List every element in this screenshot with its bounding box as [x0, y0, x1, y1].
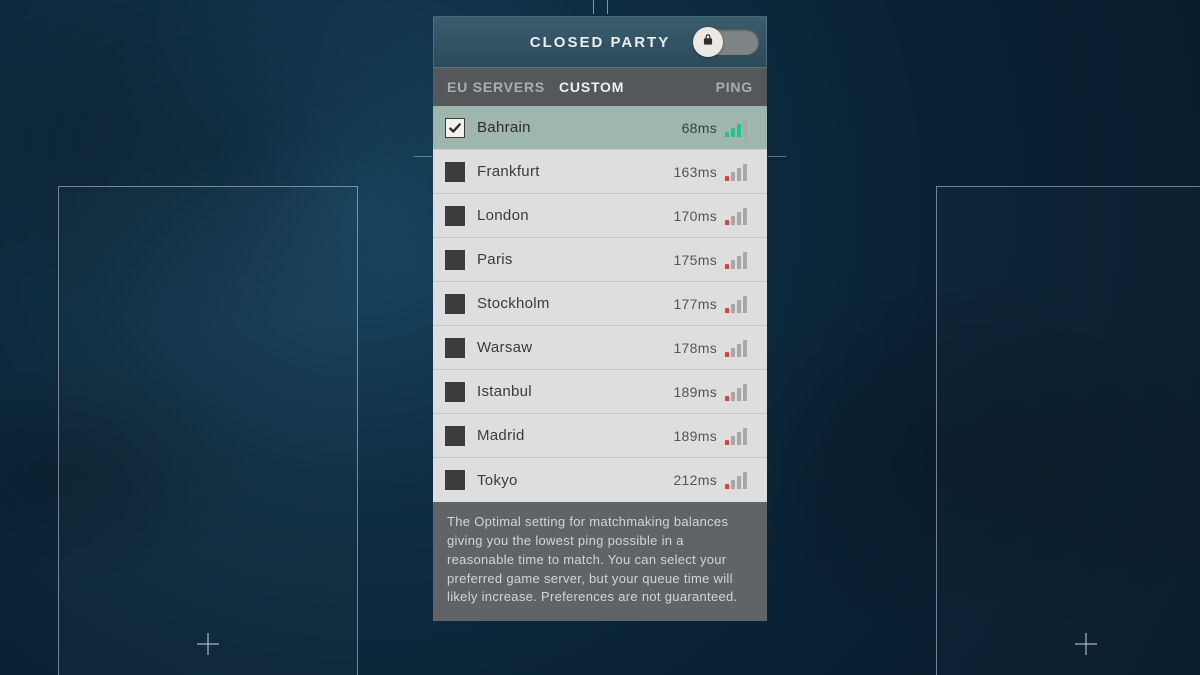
party-privacy-toggle[interactable]	[695, 29, 759, 55]
server-ping: 177ms	[659, 296, 717, 312]
server-checkbox[interactable]	[445, 470, 465, 490]
server-checkbox[interactable]	[445, 382, 465, 402]
server-checkbox[interactable]	[445, 206, 465, 226]
signal-bars-icon	[725, 339, 755, 357]
server-mode-label[interactable]: CUSTOM	[559, 79, 624, 95]
server-name: Warsaw	[477, 339, 659, 356]
server-row[interactable]: Frankfurt163ms	[433, 150, 767, 194]
server-row[interactable]: Stockholm177ms	[433, 282, 767, 326]
plus-icon	[1075, 633, 1097, 655]
server-name: Tokyo	[477, 472, 659, 489]
panel-subheader: EU SERVERS CUSTOM PING	[433, 68, 767, 106]
server-name: Istanbul	[477, 383, 659, 400]
server-row[interactable]: Warsaw178ms	[433, 326, 767, 370]
server-ping: 189ms	[659, 428, 717, 444]
server-name: Madrid	[477, 427, 659, 444]
plus-icon	[197, 633, 219, 655]
server-ping: 68ms	[659, 120, 717, 136]
ping-column-label: PING	[716, 79, 753, 95]
signal-bars-icon	[725, 207, 755, 225]
server-row[interactable]: Madrid189ms	[433, 414, 767, 458]
server-ping: 212ms	[659, 472, 717, 488]
server-name: Stockholm	[477, 295, 659, 312]
server-ping: 178ms	[659, 340, 717, 356]
server-name: Frankfurt	[477, 163, 659, 180]
party-slot-empty-right[interactable]	[936, 186, 1200, 675]
server-name: Bahrain	[477, 119, 659, 136]
server-row[interactable]: Bahrain68ms	[433, 106, 767, 150]
server-row[interactable]: Paris175ms	[433, 238, 767, 282]
signal-bars-icon	[725, 383, 755, 401]
signal-bars-icon	[725, 471, 755, 489]
server-name: Paris	[477, 251, 659, 268]
signal-bars-icon	[725, 251, 755, 269]
server-checkbox[interactable]	[445, 426, 465, 446]
signal-bars-icon	[725, 427, 755, 445]
accent-line	[414, 156, 432, 157]
servers-region-label[interactable]: EU SERVERS	[447, 79, 545, 95]
server-row[interactable]: Istanbul189ms	[433, 370, 767, 414]
party-privacy-label: CLOSED PARTY	[530, 34, 670, 51]
toggle-knob	[693, 27, 723, 57]
server-ping: 170ms	[659, 208, 717, 224]
server-select-panel: CLOSED PARTY EU SERVERS CUSTOM PING Bahr…	[433, 16, 767, 621]
server-ping: 163ms	[659, 164, 717, 180]
panel-header: CLOSED PARTY	[433, 16, 767, 68]
server-ping: 175ms	[659, 252, 717, 268]
server-checkbox[interactable]	[445, 118, 465, 138]
server-checkbox[interactable]	[445, 162, 465, 182]
server-checkbox[interactable]	[445, 250, 465, 270]
server-help-text: The Optimal setting for matchmaking bala…	[433, 502, 767, 621]
accent-line	[768, 156, 786, 157]
server-list: Bahrain68msFrankfurt163msLondon170msPari…	[433, 106, 767, 502]
server-ping: 189ms	[659, 384, 717, 400]
server-checkbox[interactable]	[445, 294, 465, 314]
server-row[interactable]: London170ms	[433, 194, 767, 238]
lock-icon	[701, 33, 715, 52]
signal-bars-icon	[725, 295, 755, 313]
signal-bars-icon	[725, 163, 755, 181]
server-checkbox[interactable]	[445, 338, 465, 358]
server-row[interactable]: Tokyo212ms	[433, 458, 767, 502]
signal-bars-icon	[725, 119, 755, 137]
party-slot-empty-left[interactable]	[58, 186, 358, 675]
server-name: London	[477, 207, 659, 224]
